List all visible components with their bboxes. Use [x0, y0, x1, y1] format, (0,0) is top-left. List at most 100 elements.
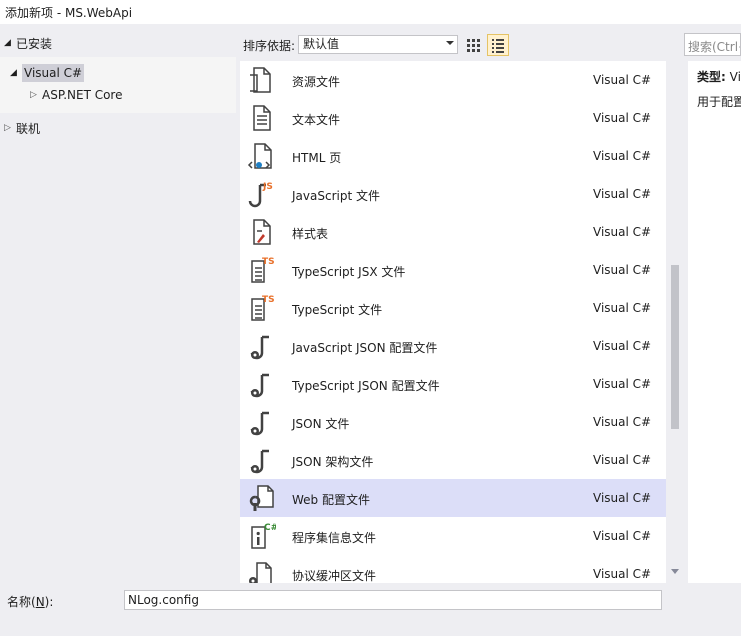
name-field[interactable]	[124, 590, 662, 610]
list-item-name: 资源文件	[292, 75, 341, 89]
details-description: 用于配置	[697, 95, 741, 109]
json-schema-icon	[246, 445, 276, 475]
list-item-language: Visual C#	[593, 111, 652, 125]
collapsed-triangle-icon[interactable]: ▷	[4, 123, 16, 133]
json-config-icon	[246, 331, 276, 361]
list-item[interactable]: C# 程序集信息文件 Visual C#	[240, 517, 666, 555]
list-item-name: TypeScript JSON 配置文件	[292, 379, 440, 393]
list-item[interactable]: TS TypeScript 文件 Visual C#	[240, 289, 666, 327]
details-type-value: Visual C#	[729, 70, 741, 84]
list-item[interactable]: 样式表 Visual C#	[240, 213, 666, 251]
list-item-language: Visual C#	[593, 339, 652, 353]
list-item[interactable]: JSON 文件 Visual C#	[240, 403, 666, 441]
list-item-language: Visual C#	[593, 301, 652, 315]
list-item-name: Web 配置文件	[292, 493, 370, 507]
tree-installed[interactable]: ◢ 已安装	[0, 34, 236, 52]
search-input[interactable]: 搜索(Ctrl+E)	[684, 33, 741, 56]
list-item[interactable]: JavaScript JSON 配置文件 Visual C#	[240, 327, 666, 365]
details-type: 类型: Visual C#	[697, 68, 741, 85]
list-item-language: Visual C#	[593, 453, 652, 467]
list-item-name: JavaScript 文件	[292, 189, 380, 203]
list-item[interactable]: HTML 页 Visual C#	[240, 137, 666, 175]
sort-dropdown-value: 默认值	[303, 37, 340, 51]
list-item[interactable]: 资源文件 Visual C#	[240, 61, 666, 99]
tree-item-label: 联机	[16, 121, 41, 136]
name-field-label: 名称(N):	[7, 593, 53, 610]
details-type-label: 类型:	[697, 70, 726, 84]
list-item[interactable]: 文本文件 Visual C#	[240, 99, 666, 137]
name-label-accesskey: N	[35, 595, 45, 609]
tree-installed-label: 已安装	[16, 36, 53, 51]
tree-item-label: ASP.NET Core	[42, 88, 123, 102]
tree-installed-children: ◢ Visual C# ▷ ASP.NET Core	[0, 57, 236, 113]
list-item-name: JavaScript JSON 配置文件	[292, 341, 438, 355]
javascript-file-icon: JS	[246, 179, 276, 209]
list-item[interactable]: JS JavaScript 文件 Visual C#	[240, 175, 666, 213]
sort-toolbar: 排序依据: 默认值	[240, 33, 741, 57]
scroll-down-arrow-icon[interactable]	[671, 569, 679, 574]
sort-label: 排序依据:	[243, 39, 296, 53]
list-item-language: Visual C#	[593, 491, 652, 505]
dropdown-arrow-icon	[446, 41, 454, 45]
grid-view-icon	[467, 39, 480, 52]
list-item-name: TypeScript JSX 文件	[292, 265, 406, 279]
name-bar: 名称(N):	[0, 586, 741, 636]
json-file-icon	[246, 407, 276, 437]
list-item-name: TypeScript 文件	[292, 303, 383, 317]
list-item[interactable]: Web 配置文件 Visual C#	[240, 479, 666, 517]
list-item-name: 程序集信息文件	[292, 531, 377, 545]
tree-item-visual-csharp[interactable]: ◢ Visual C#	[10, 63, 85, 83]
name-label-suffix: ):	[44, 595, 54, 609]
list-item-language: Visual C#	[593, 73, 652, 87]
list-item[interactable]: JSON 架构文件 Visual C#	[240, 441, 666, 479]
name-label-prefix: 名称(	[7, 595, 36, 609]
list-item[interactable]: 协议缓冲区文件 Visual C#	[240, 555, 666, 583]
svg-text:JS: JS	[262, 182, 273, 192]
typescript-file-icon: TS	[246, 293, 276, 323]
tree-item-aspnet-core[interactable]: ▷ ASP.NET Core	[30, 85, 122, 105]
web-config-icon	[246, 483, 276, 513]
template-list: 资源文件 Visual C# 文本文件 Visual C# HTML 页 Visual C…	[240, 61, 666, 583]
tree-item-label: Visual C#	[22, 64, 85, 82]
resource-file-icon	[246, 65, 276, 95]
typescript-jsx-file-icon: TS	[246, 255, 276, 285]
svg-text:TS: TS	[262, 295, 275, 305]
grid-view-button[interactable]	[462, 34, 484, 56]
list-item-name: 样式表	[292, 227, 329, 241]
list-item[interactable]: TS TypeScript JSX 文件 Visual C#	[240, 251, 666, 289]
details-panel: 类型: Visual C# 用于配置	[688, 61, 741, 583]
list-item-language: Visual C#	[593, 225, 652, 239]
protobuf-file-icon	[246, 559, 276, 583]
list-scrollbar[interactable]	[666, 61, 684, 583]
collapsed-triangle-icon[interactable]: ▷	[30, 90, 42, 100]
text-file-icon	[246, 103, 276, 133]
list-item-name: 协议缓冲区文件	[292, 569, 377, 583]
json-config-icon	[246, 369, 276, 399]
list-item-name: 文本文件	[292, 113, 341, 127]
expanded-triangle-icon[interactable]: ◢	[10, 68, 22, 78]
list-item-language: Visual C#	[593, 263, 652, 277]
html-page-icon	[246, 141, 276, 171]
template-tree-panel: ◢ 已安装 ◢ Visual C# ▷ ASP.NET Core ▷ 联机	[0, 24, 236, 586]
list-item-language: Visual C#	[593, 415, 652, 429]
list-view-button[interactable]	[487, 34, 509, 56]
expanded-triangle-icon[interactable]: ◢	[4, 38, 16, 48]
assembly-info-icon: C#	[246, 521, 278, 551]
list-item-language: Visual C#	[593, 567, 652, 581]
list-view-icon	[492, 39, 504, 53]
svg-text:TS: TS	[262, 257, 275, 267]
window-title: 添加新项 - MS.WebApi	[0, 0, 741, 24]
tree-item-online[interactable]: ▷ 联机	[4, 118, 40, 138]
svg-text:C#: C#	[264, 523, 276, 533]
list-item-language: Visual C#	[593, 149, 652, 163]
list-item-language: Visual C#	[593, 529, 652, 543]
stylesheet-icon	[246, 217, 276, 247]
list-item-name: HTML 页	[292, 151, 342, 165]
scrollbar-thumb[interactable]	[671, 265, 679, 429]
list-item-name: JSON 文件	[292, 417, 350, 431]
list-item-language: Visual C#	[593, 187, 652, 201]
sort-dropdown[interactable]: 默认值	[298, 35, 458, 54]
list-item-name: JSON 架构文件	[292, 455, 374, 469]
list-item[interactable]: TypeScript JSON 配置文件 Visual C#	[240, 365, 666, 403]
list-item-language: Visual C#	[593, 377, 652, 391]
